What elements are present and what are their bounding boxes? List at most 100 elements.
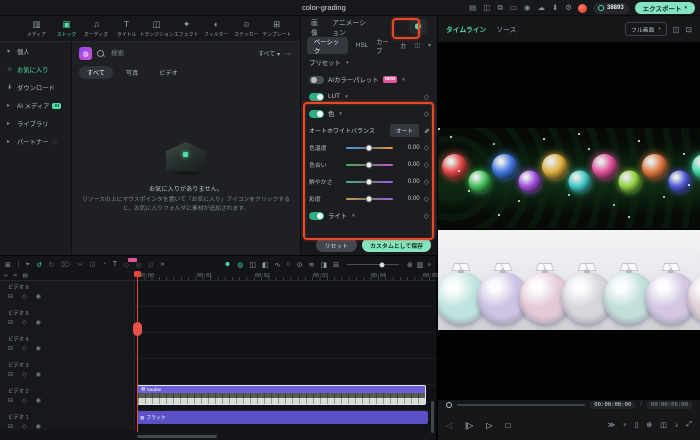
mute-track-icon[interactable]: ◉ <box>36 423 41 430</box>
export-button[interactable]: エクスポート ▾ <box>634 2 695 14</box>
play-button[interactable]: ▷ <box>486 421 492 430</box>
subtab-colorwheel[interactable]: カ <box>400 41 406 50</box>
settings-icon[interactable]: ⚙ <box>565 3 572 13</box>
undo-icon[interactable]: ↺ <box>36 261 42 269</box>
sidebar-item-downloads[interactable]: ⬇ ダウンロード <box>0 78 71 96</box>
marker-icon[interactable]: ☻ <box>224 261 231 269</box>
keyframe-diamond-icon[interactable]: ◇ <box>424 195 429 203</box>
ripple-edit-icon[interactable]: ▤ <box>23 273 28 279</box>
speed-icon[interactable]: ◔ <box>102 261 106 268</box>
horizontal-scrollbar[interactable] <box>137 434 217 438</box>
clip-black[interactable]: ▦ ブラック <box>137 411 428 424</box>
timeline-lanes[interactable]: ▦ bauble ▦ ブラック <box>135 281 436 430</box>
hide-track-icon[interactable]: ◇ <box>22 423 27 430</box>
scope-dropdown[interactable]: すべて ▾ <box>258 49 280 58</box>
preset-row[interactable]: プリセット ▼ <box>301 54 437 71</box>
color-toggle[interactable] <box>309 109 324 118</box>
step-back-button[interactable]: ◁ <box>446 421 452 430</box>
tab-photos[interactable]: 写真 <box>118 66 146 79</box>
nav-filter[interactable]: ◐ フィルター <box>202 19 231 38</box>
lock-track-icon[interactable]: ⊟ <box>8 371 13 378</box>
marker-flag-icon[interactable]: ⊟ <box>333 261 339 269</box>
slider-knob[interactable] <box>365 195 373 202</box>
lock-track-icon[interactable]: ⊟ <box>8 345 13 352</box>
track-height-icon[interactable]: ▥ <box>417 261 424 269</box>
tab-timeline[interactable]: タイムライン <box>446 24 486 34</box>
text-tool-icon[interactable]: T <box>113 261 117 268</box>
hide-track-icon[interactable]: ◇ <box>22 293 27 300</box>
keyframe-diamond-icon[interactable]: ◇ <box>424 212 429 220</box>
hide-track-icon[interactable]: ◇ <box>22 397 27 404</box>
delete-icon[interactable]: ⌦ <box>61 261 71 269</box>
store-icon[interactable]: ▤ <box>469 3 476 13</box>
scrubber-knob[interactable] <box>446 402 452 408</box>
lut-toggle[interactable] <box>309 92 324 101</box>
subtab-basic[interactable]: ベーシック <box>307 37 348 54</box>
audio-stretch-icon[interactable]: ∿ <box>275 261 281 269</box>
sidebar-item-ai-media[interactable]: ▸ AI メディア AI <box>0 96 71 114</box>
hide-track-icon[interactable]: ◇ <box>22 371 27 378</box>
subtab-hsl[interactable]: HSL <box>356 42 368 49</box>
nav-effect[interactable]: ✦ エフェクト <box>172 19 201 38</box>
clip-bauble[interactable]: ▦ bauble <box>137 385 426 405</box>
sidebar-item-personal[interactable]: ▾ 個人 <box>0 42 71 60</box>
keyframe-diamond-icon[interactable]: ◇ <box>424 110 429 118</box>
lock-track-icon[interactable]: ⊟ <box>8 423 13 430</box>
link-clips-icon[interactable]: ∞ <box>4 273 8 279</box>
mute-track-icon[interactable]: ◉ <box>36 371 41 378</box>
snapshot-icon[interactable]: ◉ <box>524 3 531 13</box>
lock-track-icon[interactable]: ⊟ <box>8 319 13 326</box>
saturation-slider[interactable] <box>346 195 393 202</box>
keyframe-diamond-icon[interactable]: ◇ <box>424 93 429 101</box>
mute-track-icon[interactable]: ◉ <box>36 345 41 352</box>
crop-icon[interactable]: ⊡ <box>90 261 96 269</box>
mute-track-icon[interactable]: ◉ <box>36 319 41 326</box>
slider-knob[interactable] <box>365 161 373 168</box>
mute-track-icon[interactable]: ◉ <box>36 293 41 300</box>
select-tool-icon[interactable]: ⌖ <box>26 261 30 269</box>
group-icon[interactable]: ◧ <box>262 261 269 269</box>
temperature-slider[interactable] <box>346 144 393 151</box>
save-custom-button[interactable]: カスタムとして保存 <box>362 238 431 252</box>
screen-record-icon[interactable]: ⧉ <box>497 3 502 13</box>
more-tools-icon[interactable]: » <box>160 261 164 268</box>
share-icon[interactable]: ◫ <box>483 3 490 13</box>
preview-viewport[interactable] <box>438 42 700 400</box>
compare-view-icon[interactable]: ◫ <box>673 25 680 34</box>
motion-track-icon[interactable]: ⊙ <box>148 261 154 269</box>
vibrance-slider[interactable] <box>346 178 393 185</box>
stop-button[interactable]: □ <box>506 421 511 430</box>
eyedropper-icon[interactable]: ✎ <box>422 128 430 134</box>
snapshot-icon[interactable]: ◫ <box>660 421 667 429</box>
redo-icon[interactable]: ↻ <box>49 261 55 269</box>
snap-icon[interactable]: ≍ <box>13 273 18 279</box>
volume-icon[interactable]: ♪ <box>675 422 679 429</box>
giphy-button[interactable]: ◍ <box>79 47 92 60</box>
light-toggle[interactable] <box>309 211 324 220</box>
lock-track-icon[interactable]: ⊟ <box>8 293 13 300</box>
sidebar-item-partner[interactable]: ▸ パートナー ⓘ <box>0 132 71 150</box>
nav-audio[interactable]: ♫ オーディオ <box>82 19 111 38</box>
keyframe-diamond-icon[interactable]: ◇ <box>424 144 429 152</box>
keyframe-diamond-icon[interactable]: ◇ <box>424 178 429 186</box>
mute-track-icon[interactable]: ◉ <box>36 397 41 404</box>
compound-clip-icon[interactable]: ◫ <box>249 261 256 269</box>
fullscreen-icon[interactable]: ⤢ <box>686 421 692 429</box>
pip-view-icon[interactable]: ⊡ <box>686 25 692 34</box>
keyframe-circle-icon[interactable]: ○ <box>287 261 291 269</box>
zoom-slider-knob[interactable] <box>379 262 385 267</box>
zoom-level-icon[interactable]: ⊕ <box>646 421 652 429</box>
scrubber-track[interactable] <box>457 404 586 406</box>
cloud-icon[interactable]: ☁ <box>537 3 545 13</box>
account-avatar[interactable] <box>577 3 587 13</box>
render-caret-icon[interactable]: ▾ <box>623 421 627 429</box>
hide-track-icon[interactable]: ◇ <box>22 319 27 326</box>
sidebar-item-favorites[interactable]: ☆ お気に入り <box>0 60 71 78</box>
step-forward-button[interactable]: |▷ <box>465 421 473 430</box>
coin-balance[interactable]: 38893 <box>592 2 629 14</box>
tab-all[interactable]: すべて <box>79 66 113 79</box>
ai-palette-toggle[interactable] <box>309 75 324 84</box>
device-preview-icon[interactable]: ▯ <box>635 421 639 429</box>
sidebar-item-library[interactable]: ▸ ライブラリ <box>0 114 71 132</box>
tab-animation[interactable]: アニメーション <box>332 17 371 37</box>
